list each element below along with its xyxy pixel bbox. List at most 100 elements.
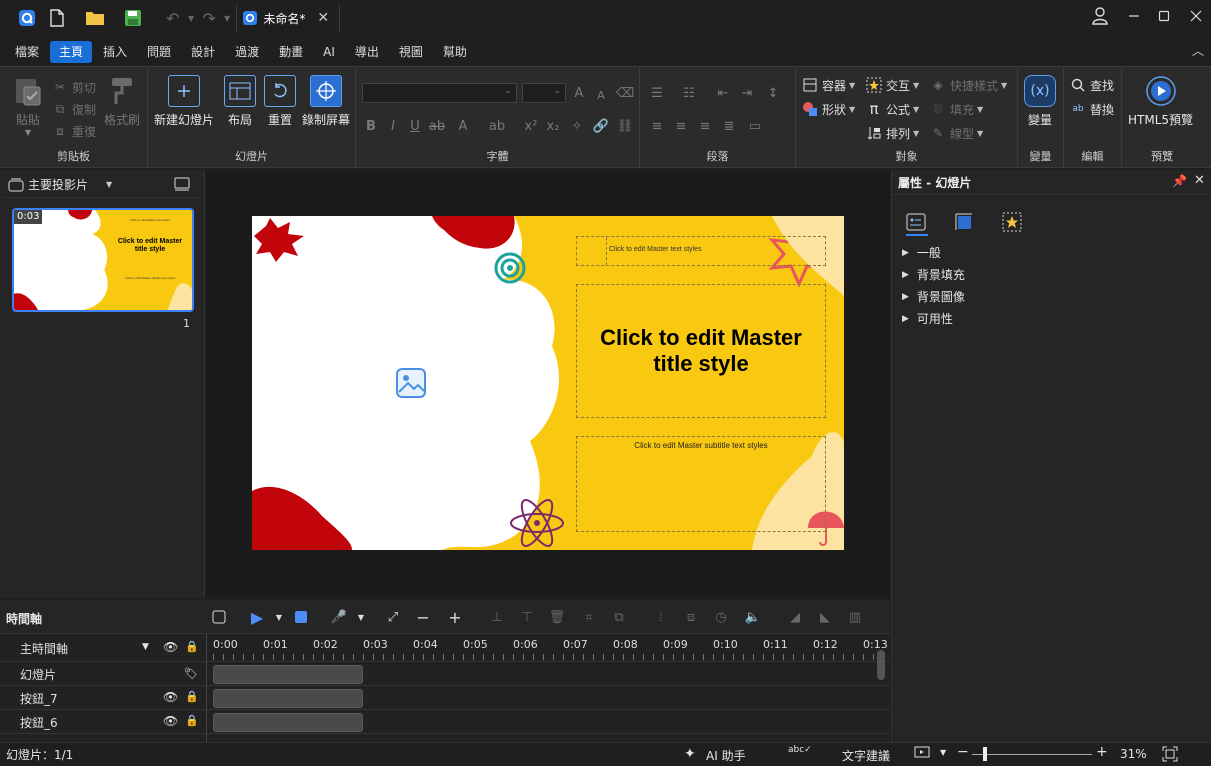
menu-transition[interactable]: 過渡 <box>226 41 268 63</box>
size-properties-icon[interactable] <box>954 212 974 232</box>
line-spacing-icon[interactable]: ↕ <box>764 84 782 102</box>
clear-format-icon[interactable]: ⌫ <box>616 84 634 102</box>
fit-to-window-icon[interactable] <box>1162 746 1178 762</box>
audio-levels-icon[interactable]: ▥ <box>846 608 864 626</box>
arrange-dropdown-icon[interactable]: ▼ <box>913 129 919 138</box>
font-size-select[interactable]: ⌄ <box>522 83 566 103</box>
document-tab[interactable]: 未命名* ✕ <box>236 4 341 32</box>
fill-dropdown-icon[interactable]: ▼ <box>977 105 983 114</box>
menu-file[interactable]: 檔案 <box>6 41 48 63</box>
button-7-visibility-icon[interactable]: 👁 <box>163 690 178 704</box>
slide-view-icon[interactable] <box>174 176 190 192</box>
record-audio-dropdown-icon[interactable]: ▼ <box>352 608 370 626</box>
cut-button[interactable]: ✂ 剪切 <box>52 77 96 97</box>
align-left-icon[interactable]: ≡ <box>648 117 666 135</box>
interaction-button[interactable]: 交互 ▼ <box>866 75 919 95</box>
button-7-duration-bar[interactable] <box>213 689 363 708</box>
transition-icon[interactable]: ⧈ <box>682 608 700 626</box>
lock-all-icon[interactable]: 🔒 <box>185 640 199 653</box>
minimize-icon[interactable] <box>1118 0 1150 32</box>
account-icon[interactable] <box>1084 0 1116 32</box>
speed-icon[interactable]: ◷ <box>712 608 730 626</box>
font-family-dropdown-icon[interactable]: ⌄ <box>504 86 512 96</box>
open-folder-icon[interactable] <box>80 0 110 36</box>
fit-view-icon[interactable] <box>210 608 228 626</box>
paste-dropdown-icon[interactable]: ▼ <box>25 128 31 137</box>
vertical-align-icon[interactable]: ▭ <box>746 117 764 135</box>
zoom-in-timeline-icon[interactable]: + <box>446 608 464 627</box>
close-window-icon[interactable] <box>1180 0 1211 32</box>
bold-icon[interactable]: B <box>362 117 380 135</box>
new-slide-button[interactable]: 新建幻燈片 <box>154 75 214 128</box>
tag-icon[interactable]: 🏷 <box>184 667 198 680</box>
effect-properties-icon[interactable] <box>1002 212 1022 232</box>
justify-icon[interactable]: ≣ <box>720 117 738 135</box>
align-center-icon[interactable]: ≡ <box>672 117 690 135</box>
redo-icon[interactable]: ↷ <box>194 0 224 36</box>
line-type-button[interactable]: ✎ 線型 ▼ <box>930 123 983 143</box>
zoom-in-icon[interactable]: + <box>1096 744 1108 760</box>
arrange-button[interactable]: 排列 ▼ <box>866 123 919 143</box>
html5-preview-button[interactable]: HTML5預覽 <box>1128 75 1193 128</box>
button-6-duration-bar[interactable] <box>213 713 363 732</box>
redo-copy-button[interactable]: ⧈ 重復 <box>52 121 96 141</box>
menu-question[interactable]: 問題 <box>138 41 180 63</box>
shape-button[interactable]: 形狀 ▼ <box>802 99 855 119</box>
interaction-dropdown-icon[interactable]: ▼ <box>913 81 919 90</box>
microphone-icon[interactable]: 🎤 <box>330 608 348 626</box>
find-button[interactable]: 查找 <box>1070 75 1114 95</box>
section-background-image[interactable]: ▶ 背景圖像 <box>902 288 965 305</box>
container-button[interactable]: 容器 ▼ <box>802 75 855 95</box>
zoom-slider[interactable] <box>972 754 1092 755</box>
button-6-lock-icon[interactable]: 🔒 <box>185 714 199 727</box>
new-file-icon[interactable] <box>42 0 72 36</box>
pin-icon[interactable]: 📌 <box>1172 174 1187 188</box>
slide[interactable]: Click to edit Master text styles Click t… <box>252 216 844 550</box>
text-styles-placeholder[interactable]: Click to edit Master text styles <box>576 236 826 266</box>
decrease-indent-icon[interactable]: ⇤ <box>714 84 732 102</box>
volume-icon[interactable]: 🔈 <box>744 608 762 626</box>
align-start-icon[interactable]: ⊥ <box>488 608 506 626</box>
menu-home[interactable]: 主頁 <box>50 41 93 63</box>
stop-icon[interactable] <box>292 608 310 626</box>
play-timeline-icon[interactable]: ▶ <box>248 608 266 627</box>
title-placeholder[interactable]: Click to edit Master title style <box>576 284 826 418</box>
record-screen-button[interactable]: 錄制屏幕 <box>302 75 350 128</box>
timeline-row-slide[interactable]: 幻燈片 🏷 <box>0 662 890 686</box>
menu-export[interactable]: 導出 <box>346 41 388 63</box>
align-right-icon[interactable]: ≡ <box>696 117 714 135</box>
menu-view[interactable]: 視圖 <box>390 41 432 63</box>
decrease-font-icon[interactable]: A <box>592 86 610 104</box>
timeline-row-button-6[interactable]: 按鈕_6 👁 🔒 <box>0 710 890 734</box>
underline-icon[interactable]: U <box>406 117 424 135</box>
menu-animation[interactable]: 動畫 <box>270 41 312 63</box>
quick-style-dropdown-icon[interactable]: ▼ <box>1001 81 1007 90</box>
subtitle-placeholder[interactable]: Click to edit Master subtitle text style… <box>576 436 826 532</box>
timeline-row-button-7[interactable]: 按鈕_7 👁 🔒 <box>0 686 890 710</box>
master-slide-header[interactable]: 主要投影片 ▼ <box>4 172 202 198</box>
fade-in-icon[interactable]: ◢ <box>786 608 804 626</box>
strikethrough-icon[interactable]: ab <box>428 117 446 135</box>
variable-button[interactable]: (x) 變量 <box>1024 75 1056 128</box>
text-effect-icon[interactable]: ✧ <box>568 117 586 135</box>
zoom-out-timeline-icon[interactable]: − <box>414 608 432 627</box>
unlink-icon[interactable]: ⛓ <box>616 117 634 135</box>
close-panel-icon[interactable]: ✕ <box>1194 173 1205 188</box>
master-slide-dropdown-icon[interactable]: ▼ <box>106 180 112 189</box>
ai-assistant-button[interactable]: AI 助手 <box>706 747 746 764</box>
split-icon[interactable]: ⧉ <box>610 608 628 626</box>
play-options-dropdown-icon[interactable]: ▼ <box>270 608 288 626</box>
main-timeline-dropdown-icon[interactable]: ▼ <box>142 642 149 652</box>
visibility-all-icon[interactable]: 👁 <box>163 640 178 654</box>
italic-icon[interactable]: I <box>384 117 402 135</box>
quick-style-button[interactable]: ◈ 快捷樣式 ▼ <box>930 75 1007 95</box>
redo-dropdown-icon[interactable]: ▼ <box>224 14 230 23</box>
font-family-select[interactable]: ⌄ <box>362 83 517 103</box>
timeline-scrollbar[interactable] <box>877 650 885 680</box>
align-end-icon[interactable]: ⊤ <box>518 608 536 626</box>
paste-button[interactable]: 貼貼 ▼ <box>12 75 44 137</box>
slide-properties-icon[interactable] <box>906 212 926 232</box>
image-placeholder-icon[interactable] <box>396 368 426 398</box>
slide-duration-bar[interactable] <box>213 665 363 684</box>
button-7-lock-icon[interactable]: 🔒 <box>185 690 199 703</box>
